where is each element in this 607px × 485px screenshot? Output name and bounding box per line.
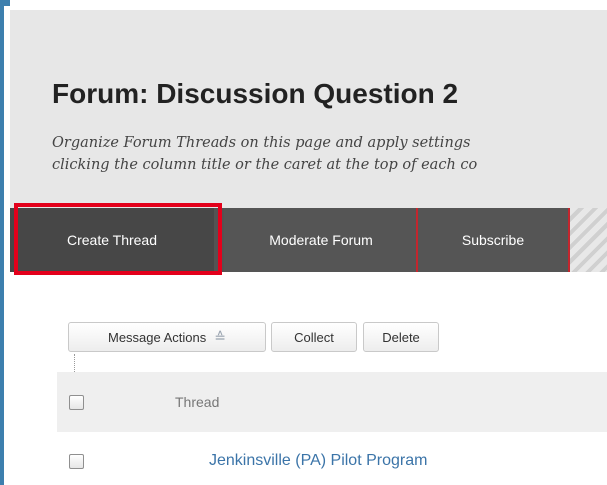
page-title: Forum: Discussion Question 2 [52, 78, 459, 109]
message-actions-button[interactable]: Message Actions ≙ [68, 322, 266, 352]
message-actions-label: Message Actions [107, 329, 207, 345]
main-content: Forum: Discussion Question 2 Organize Fo… [10, 0, 607, 485]
table-row: Jenkinsville (PA) Pilot Program [57, 432, 607, 485]
moderate-forum-button[interactable]: Moderate Forum [224, 208, 418, 272]
subscribe-button[interactable]: Subscribe [418, 208, 568, 272]
row-checkbox[interactable] [69, 454, 84, 469]
toolbar-hatch-spacer [570, 208, 607, 272]
column-header-thread[interactable]: Thread [175, 394, 219, 410]
page-description-line-2: clicking the column title or the caret a… [52, 157, 478, 173]
chevron-down-icon: ≙ [214, 328, 226, 345]
window-left-border [0, 0, 4, 485]
delete-button[interactable]: Delete [363, 322, 439, 352]
thread-title-link[interactable]: Jenkinsville (PA) Pilot Program [209, 452, 427, 470]
table-header-row: Thread [57, 372, 607, 432]
create-thread-highlight [14, 203, 222, 275]
page-header: Forum: Discussion Question 2 Organize Fo… [10, 10, 607, 208]
collect-button[interactable]: Collect [271, 322, 357, 352]
app-window: Forum: Discussion Question 2 Organize Fo… [0, 0, 607, 485]
page-description: Organize Forum Threads on this page and … [52, 132, 477, 176]
select-all-checkbox[interactable] [69, 395, 84, 410]
page-description-line-1: Organize Forum Threads on this page and … [52, 135, 471, 151]
dotted-connector [74, 354, 76, 372]
